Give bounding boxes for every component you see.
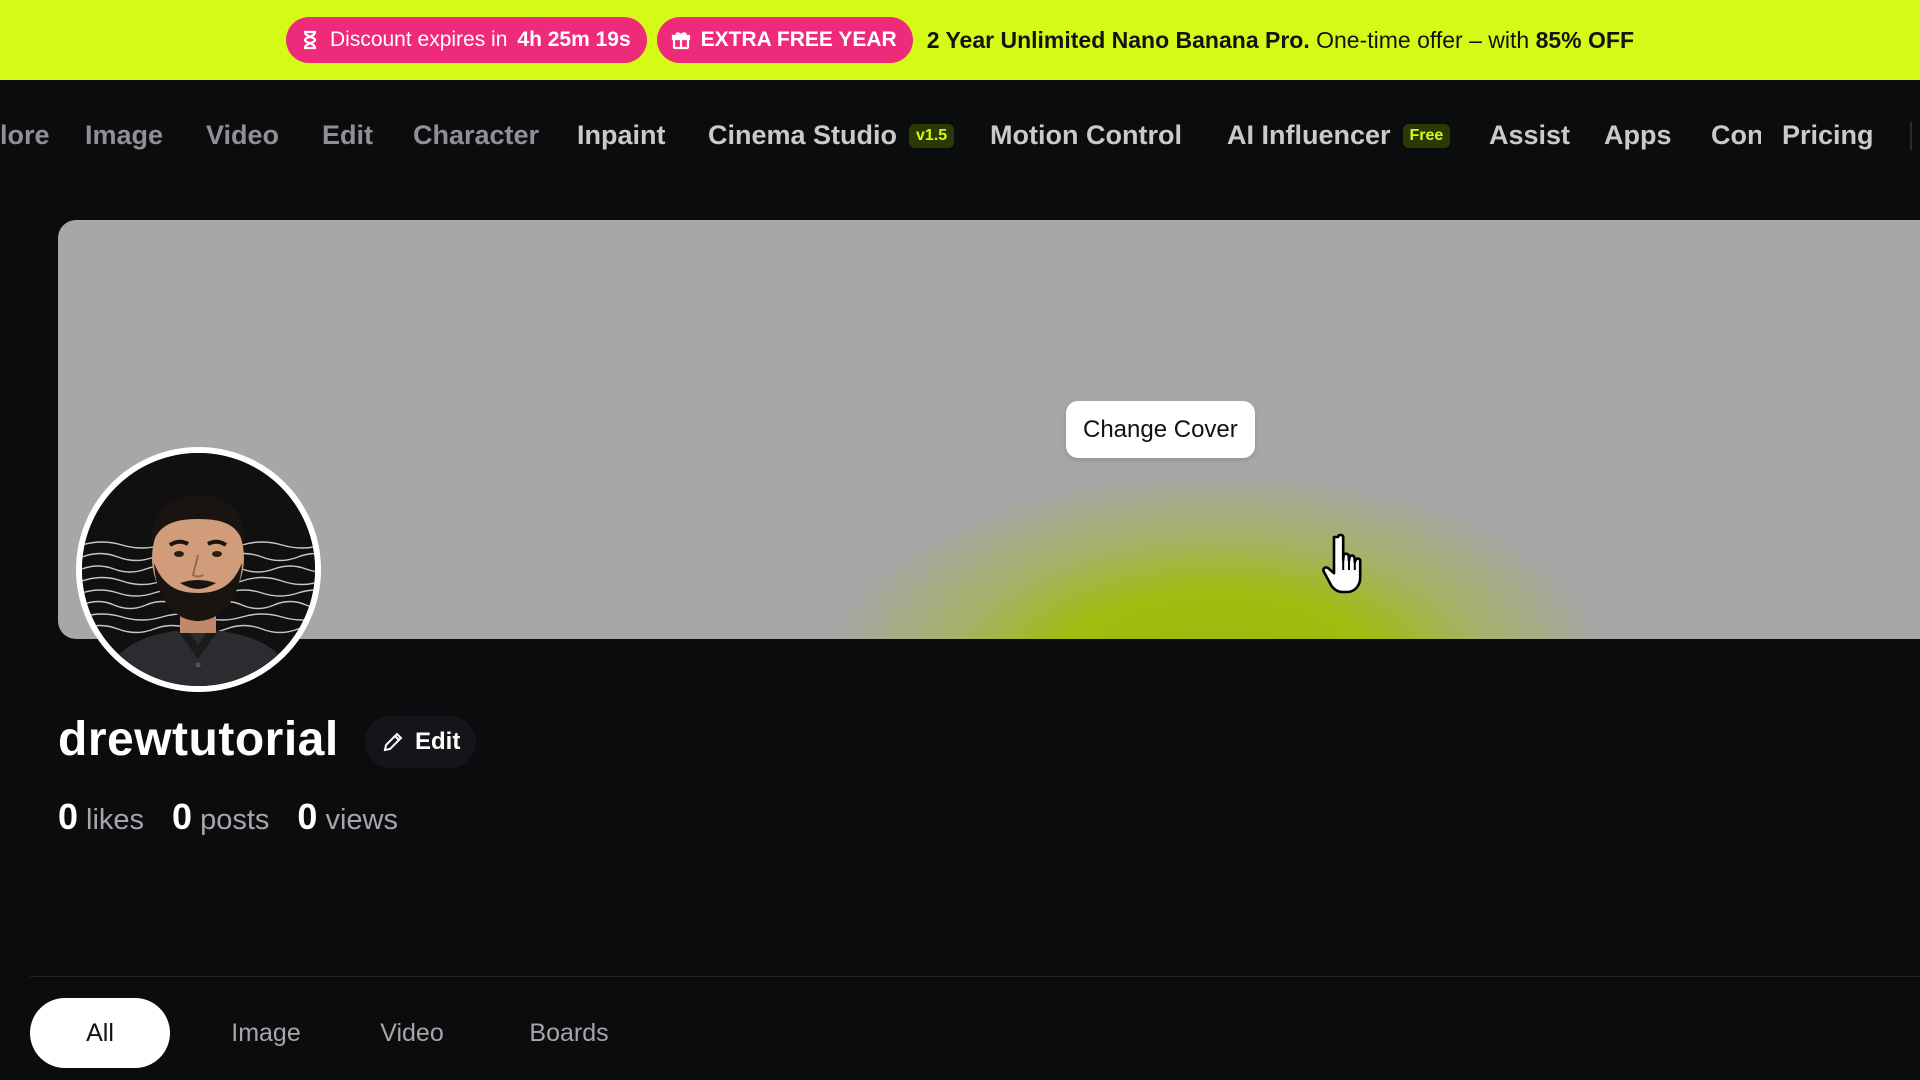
change-cover-button[interactable]: Change Cover: [1066, 401, 1255, 458]
gift-icon: [671, 32, 690, 50]
nav-item-edit[interactable]: Edit: [322, 120, 373, 151]
promo-headline: 2 Year Unlimited Nano Banana Pro.: [926, 26, 1310, 53]
profile-avatar[interactable]: [76, 447, 321, 692]
hand-cursor-icon: [1322, 533, 1362, 594]
stat-number: 0: [58, 796, 79, 837]
extra-free-year-pill[interactable]: EXTRA FREE YEAR: [656, 17, 913, 63]
nav-item-pricing[interactable]: Pricing: [1782, 120, 1874, 151]
tab-boards[interactable]: Boards: [514, 998, 624, 1068]
nav-item-explore[interactable]: lore: [0, 120, 50, 151]
extra-free-year-label: EXTRA FREE YEAR: [700, 28, 897, 51]
profile-username: drewtutorial: [58, 713, 339, 766]
version-badge: v1.5: [909, 123, 955, 148]
stat-likes: 0 likes: [58, 796, 144, 838]
nav-label: Image: [85, 120, 164, 150]
pencil-icon: [383, 732, 403, 752]
stat-number: 0: [297, 796, 318, 837]
nav-item-inpaint[interactable]: Inpaint: [577, 120, 666, 151]
nav-label: Character: [413, 120, 540, 150]
nav-label: Video: [206, 120, 280, 150]
stat-views: 0 views: [297, 796, 398, 838]
edit-label: Edit: [415, 728, 461, 755]
tab-all[interactable]: All: [30, 998, 170, 1068]
main-nav: lore Image Video Edit Character Inpaint …: [0, 80, 1920, 192]
section-divider: [30, 976, 1920, 977]
nav-label: lore: [0, 120, 50, 150]
nav-label: Cinema Studio: [708, 120, 898, 150]
nav-item-cinema-studio[interactable]: Cinema Studio v1.5: [708, 120, 955, 151]
promo-offer-value: 85% OFF: [1535, 26, 1634, 53]
timer-prefix: Discount expires in: [329, 28, 508, 51]
avatar-portrait: [82, 453, 315, 686]
profile-cover[interactable]: [58, 220, 1920, 639]
nav-item-motion-control[interactable]: Motion Control: [990, 120, 1182, 151]
cover-glow: [818, 470, 1618, 639]
nav-label: Pricing: [1782, 120, 1874, 150]
promo-message[interactable]: 2 Year Unlimited Nano Banana Pro. One-ti…: [927, 27, 1634, 54]
nav-label: Motion Control: [990, 120, 1182, 150]
nav-item-video[interactable]: Video: [206, 120, 279, 151]
nav-item-apps[interactable]: Apps: [1604, 120, 1672, 151]
nav-item-character[interactable]: Character: [413, 120, 539, 151]
nav-item-community[interactable]: Con: [1711, 120, 1761, 151]
promo-banner: Discount expires in 4h 25m 19s EXTRA FRE…: [0, 0, 1920, 80]
edit-profile-button[interactable]: Edit: [365, 716, 477, 768]
free-badge: Free: [1402, 123, 1451, 148]
stat-label: posts: [200, 804, 270, 836]
tab-video[interactable]: Video: [366, 998, 458, 1068]
nav-label: Apps: [1604, 120, 1672, 150]
nav-label: Con: [1711, 120, 1761, 150]
profile-stats: 0 likes 0 posts 0 views: [58, 796, 398, 838]
stat-number: 0: [172, 796, 193, 837]
stat-posts: 0 posts: [172, 796, 269, 838]
stat-label: likes: [86, 804, 145, 836]
hourglass-icon: [303, 30, 317, 50]
nav-item-assist[interactable]: Assist: [1489, 120, 1570, 151]
stat-label: views: [325, 804, 398, 836]
nav-item-image[interactable]: Image: [85, 120, 163, 151]
timer-value: 4h 25m 19s: [517, 28, 631, 51]
nav-label: Edit: [322, 120, 373, 150]
nav-label: Assist: [1489, 120, 1571, 150]
nav-label: Inpaint: [577, 120, 666, 150]
promo-offer-text: One-time offer – with: [1316, 26, 1530, 53]
nav-item-ai-influencer[interactable]: AI Influencer Free: [1227, 120, 1451, 151]
nav-label: AI Influencer: [1227, 120, 1391, 150]
nav-divider: [1910, 122, 1912, 150]
discount-timer-pill[interactable]: Discount expires in 4h 25m 19s: [285, 17, 647, 63]
tab-image[interactable]: Image: [218, 998, 314, 1068]
